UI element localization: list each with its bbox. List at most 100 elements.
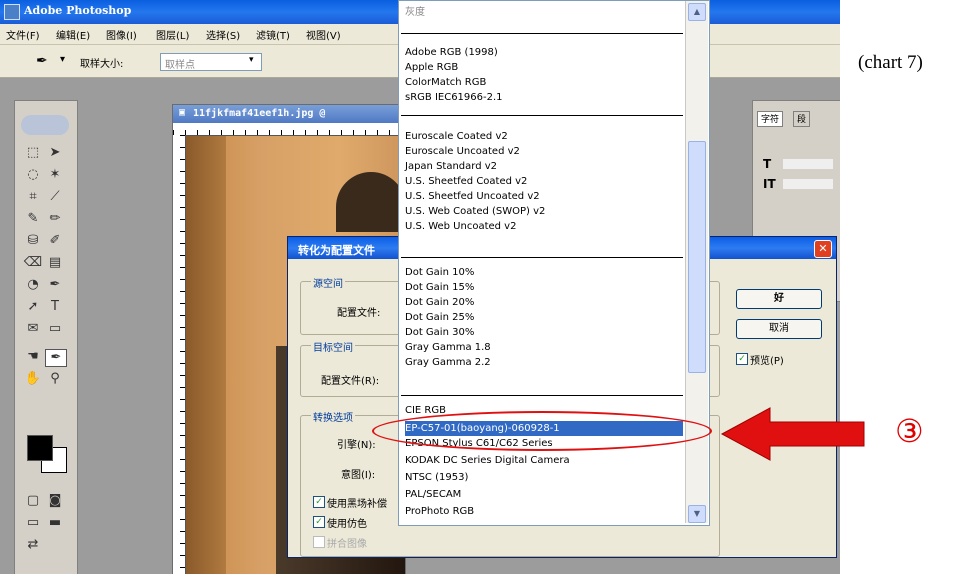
shape-tool-icon[interactable]: ▭ [45, 321, 65, 337]
eraser-tool-icon[interactable]: ⌫ [23, 255, 43, 271]
profile-option[interactable]: ColorMatch RGB [405, 75, 683, 90]
document-title-bar[interactable]: ▣ 11fjkfmaf41eef1h.jpg @ [173, 105, 405, 123]
menu-select[interactable]: 选择(S) [206, 27, 240, 42]
profile-option[interactable]: Euroscale Coated v2 [405, 129, 683, 144]
profile-option[interactable]: Dot Gain 25% [405, 310, 683, 325]
profile-option[interactable]: Apple RGB [405, 60, 683, 75]
profile-option[interactable]: Dot Gain 20% [405, 295, 683, 310]
pan-tool-icon[interactable]: ✋ [23, 371, 43, 387]
ok-button[interactable]: 好 [736, 289, 822, 309]
sample-size-value: 取样点 [165, 60, 195, 71]
profile-option[interactable]: Gray Gamma 1.8 [405, 340, 683, 355]
marquee-tool-icon[interactable]: ⬚ [23, 145, 43, 161]
screen-mode-full-icon[interactable]: ▬ [45, 515, 65, 531]
vertical-scale-field[interactable] [783, 179, 833, 189]
menu-view[interactable]: 视图(V) [306, 27, 341, 42]
menu-file[interactable]: 文件(F) [6, 27, 40, 42]
move-tool-icon[interactable]: ➤ [45, 145, 65, 161]
scroll-down-icon[interactable]: ▼ [688, 505, 706, 523]
profile-option[interactable]: Adobe RGB (1998) [405, 45, 683, 60]
magic-wand-icon[interactable]: ✶ [45, 167, 65, 183]
menu-image[interactable]: 图像(I) [106, 27, 137, 42]
standard-mode-icon[interactable]: ▢ [23, 493, 43, 509]
font-size-field[interactable] [783, 159, 833, 169]
eyedropper-icon[interactable]: ✒ [36, 53, 48, 69]
intent-label: 意图(I): [341, 470, 376, 481]
profile-option[interactable]: U.S. Sheetfed Uncoated v2 [405, 189, 683, 204]
sample-size-label: 取样大小: [80, 59, 124, 70]
profile-option[interactable]: Gray Gamma 2.2 [405, 355, 683, 370]
path-select-icon[interactable]: ➚ [23, 299, 43, 315]
stamp-tool-icon[interactable]: ⛁ [23, 233, 43, 249]
profile-option[interactable]: Japan Standard v2 [405, 159, 683, 174]
figure-caption: (chart 7) [858, 52, 923, 73]
black-point-label: 使用黑场补偿 [327, 499, 387, 510]
dither-label: 使用仿色 [327, 519, 367, 530]
menu-layer[interactable]: 图层(L) [156, 27, 189, 42]
target-profile-label: 配置文件(R): [321, 376, 380, 387]
preview-label: 预览(P) [750, 356, 784, 367]
crop-tool-icon[interactable]: ⌗ [23, 189, 43, 205]
foreground-color-swatch[interactable] [27, 435, 53, 461]
dialog-title: 转化为配置文件 [298, 244, 375, 257]
source-space-label: 源空间 [311, 275, 345, 290]
type-tool-icon[interactable]: T [45, 299, 65, 315]
window-title: Adobe Photoshop [24, 4, 132, 17]
profile-option[interactable]: PAL/SECAM [405, 487, 683, 502]
dropdown-divider [401, 257, 683, 258]
highlight-ellipse [372, 411, 712, 451]
tab-character[interactable]: 字符 [757, 111, 784, 127]
cancel-button[interactable]: 取消 [736, 319, 822, 339]
eyedropper-tool-icon[interactable]: ✒ [45, 349, 67, 367]
profile-option[interactable]: KODAK DC Series Digital Camera [405, 453, 683, 468]
pencil-tool-icon[interactable]: ✏ [45, 211, 65, 227]
screen-mode-standard-icon[interactable]: ▭ [23, 515, 43, 531]
document-icon: ▣ [179, 107, 186, 118]
close-icon[interactable]: ✕ [814, 240, 832, 258]
brush-tool-icon[interactable]: ✎ [23, 211, 43, 227]
dither-checkbox[interactable]: ✓ [313, 516, 325, 528]
flatten-checkbox[interactable] [313, 536, 325, 548]
menu-edit[interactable]: 编辑(E) [56, 27, 90, 42]
profile-option[interactable]: Dot Gain 10% [405, 265, 683, 280]
jump-to-imageready-icon[interactable]: ⇄ [23, 537, 43, 553]
dropdown-divider [401, 33, 683, 34]
scrollbar-thumb[interactable] [688, 141, 706, 373]
dodge-tool-icon[interactable]: ◔ [23, 277, 43, 293]
step-marker: ③ [895, 412, 924, 450]
sample-size-select[interactable]: 取样点 ▾ [160, 53, 262, 71]
profile-option[interactable]: ProPhoto RGB [405, 504, 683, 519]
gradient-tool-icon[interactable]: ▤ [45, 255, 65, 271]
ruler-horizontal [173, 123, 405, 136]
photo-wall-shadow [186, 136, 226, 574]
slice-tool-icon[interactable]: ⟋ [45, 189, 65, 205]
flatten-label: 拼合图像 [327, 539, 367, 550]
menu-filter[interactable]: 滤镜(T) [256, 27, 290, 42]
lasso-tool-icon[interactable]: ◌ [23, 167, 43, 183]
toolbox: ⬚ ➤ ◌ ✶ ⌗ ⟋ ✎ ✏ ⛁ ✐ ⌫ ▤ ◔ ✒ ➚ T ✉ ▭ ☚ ✒ … [14, 100, 78, 574]
history-brush-icon[interactable]: ✐ [45, 233, 65, 249]
profile-option[interactable]: Dot Gain 15% [405, 280, 683, 295]
profile-option[interactable]: U.S. Web Uncoated v2 [405, 219, 683, 234]
source-profile-label: 配置文件: [337, 308, 381, 319]
profile-option[interactable]: Euroscale Uncoated v2 [405, 144, 683, 159]
profile-option[interactable]: Dot Gain 30% [405, 325, 683, 340]
dropdown-divider [401, 115, 683, 116]
scroll-up-icon[interactable]: ▲ [688, 3, 706, 21]
zoom-tool-icon[interactable]: ⚲ [45, 371, 65, 387]
notes-tool-icon[interactable]: ✉ [23, 321, 43, 337]
quickmask-mode-icon[interactable]: ◙ [45, 493, 65, 509]
document-title: 11fjkfmaf41eef1h.jpg @ [193, 108, 326, 119]
black-point-checkbox[interactable]: ✓ [313, 496, 325, 508]
profile-option[interactable]: U.S. Sheetfed Coated v2 [405, 174, 683, 189]
preview-checkbox[interactable]: ✓ [736, 353, 748, 365]
font-size-icon: T [763, 157, 772, 171]
profile-option[interactable]: sRGB IEC61966-2.1 [405, 90, 683, 105]
hand-tool-icon[interactable]: ☚ [23, 349, 43, 365]
tab-paragraph[interactable]: 段 [793, 111, 811, 127]
dropdown-arrow-icon[interactable]: ▾ [60, 54, 65, 65]
profile-option-gray[interactable]: 灰度 [405, 5, 683, 20]
profile-option[interactable]: NTSC (1953) [405, 470, 683, 485]
pen-tool-icon[interactable]: ✒ [45, 277, 65, 293]
profile-option[interactable]: U.S. Web Coated (SWOP) v2 [405, 204, 683, 219]
